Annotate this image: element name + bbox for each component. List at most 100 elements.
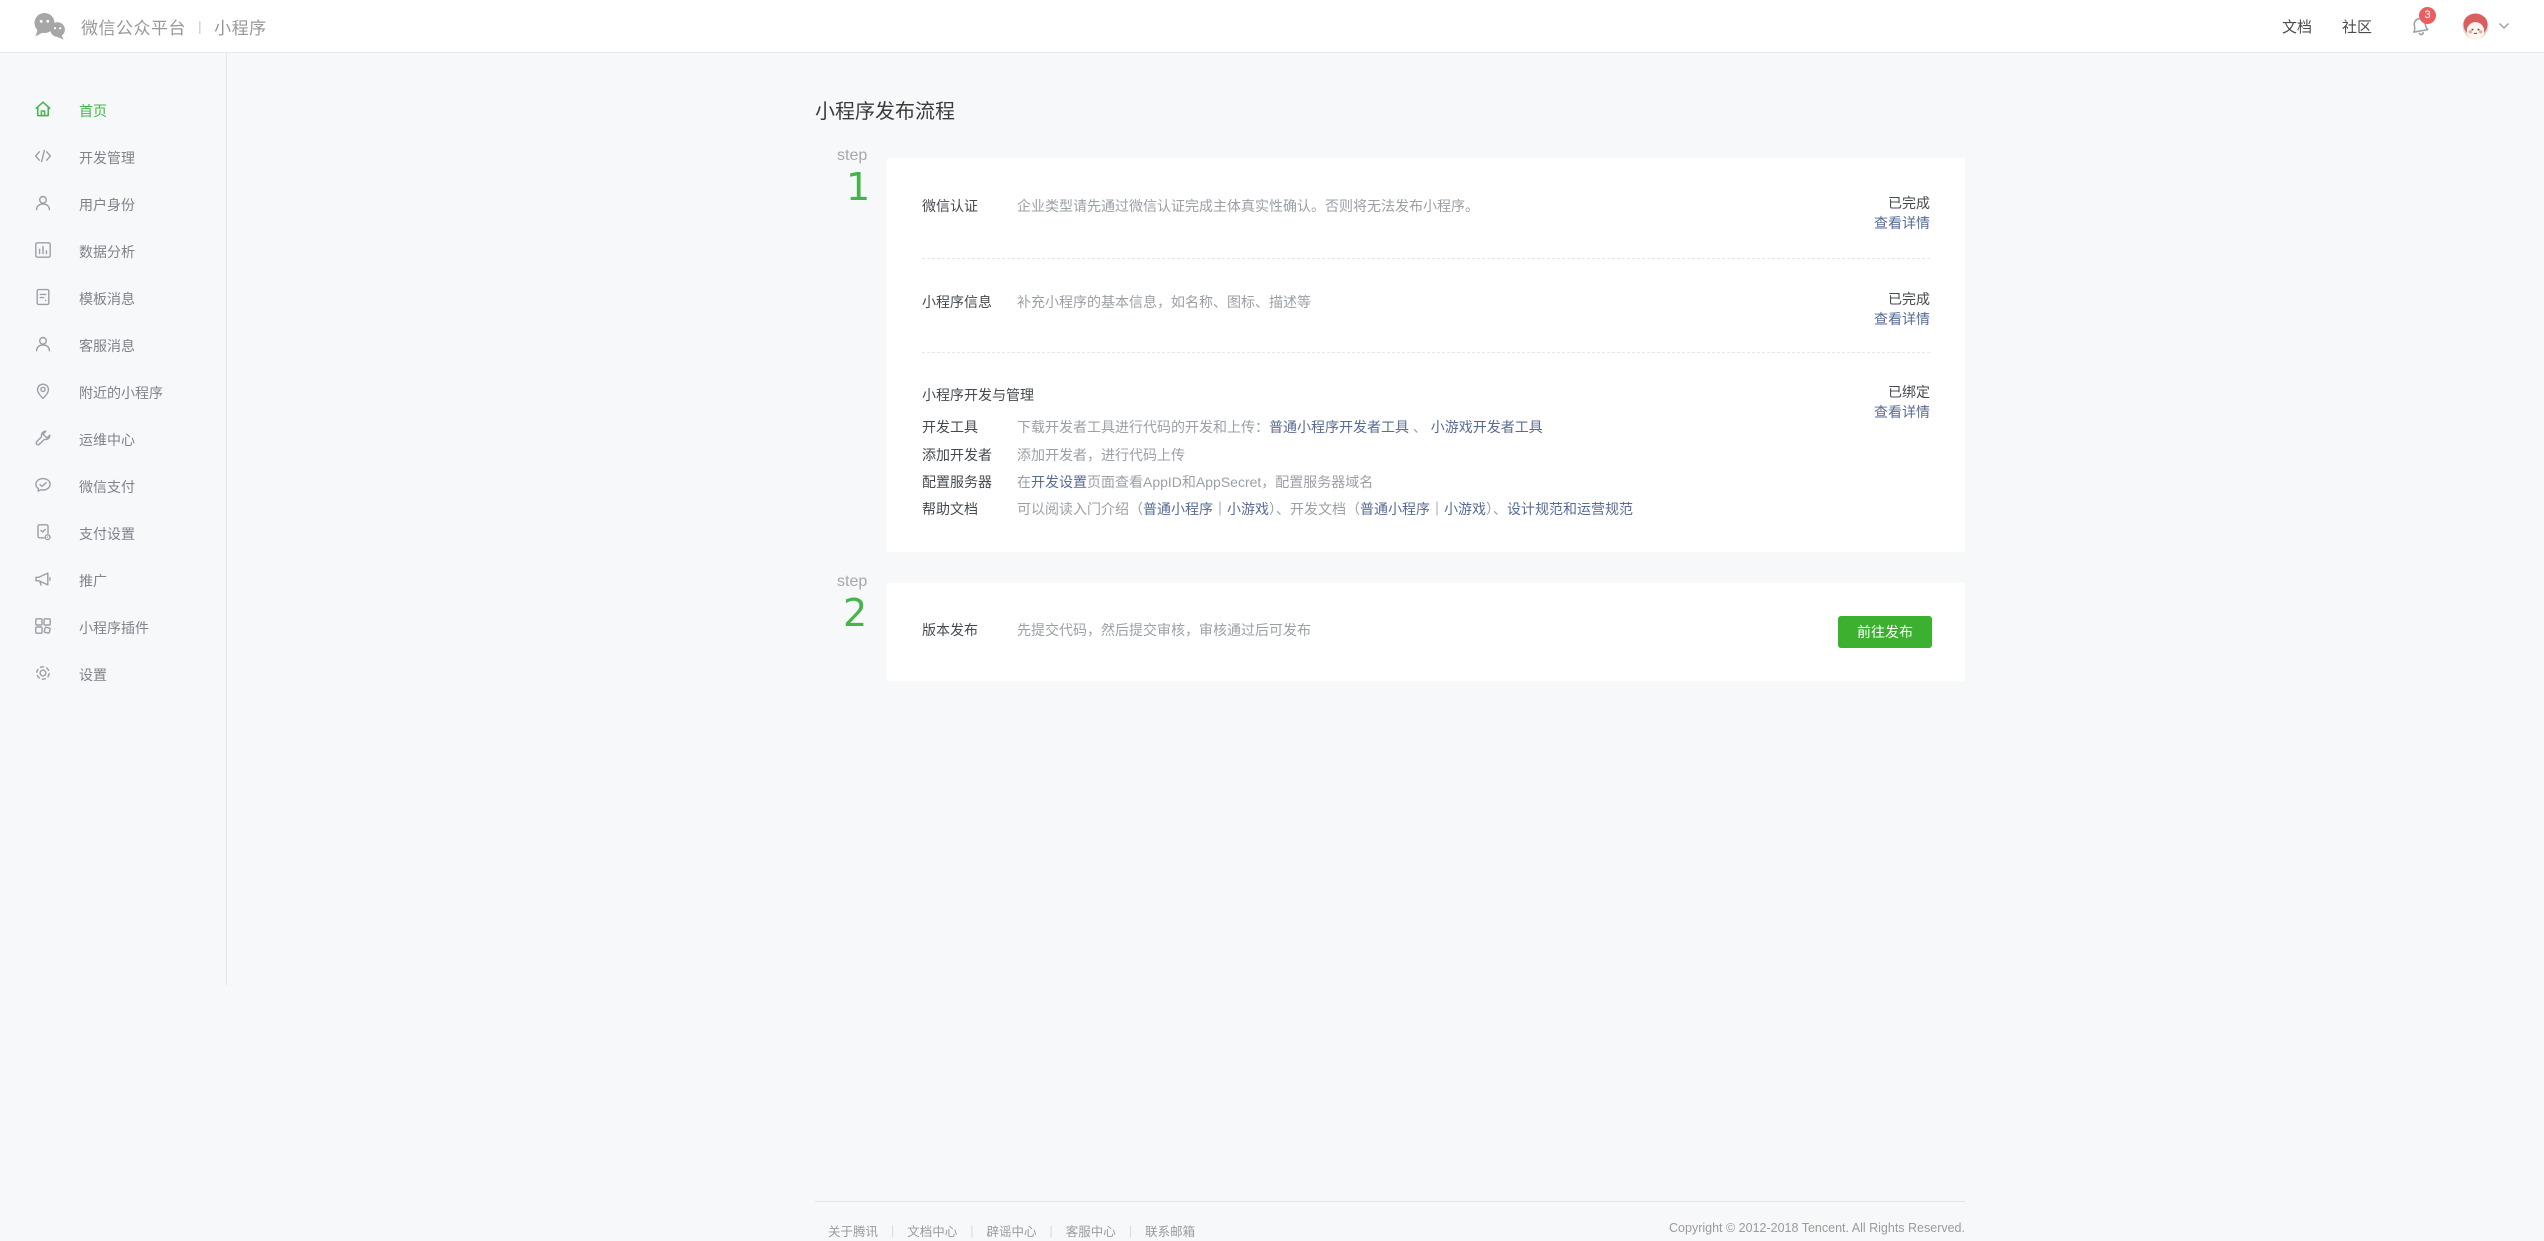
user-icon [33, 193, 53, 213]
subrow-desc: 可以阅读入门介绍（普通小程序｜小游戏）、开发文档（普通小程序｜小游戏）、设计规范… [1017, 499, 1633, 519]
inline-text: 下载开发者工具进行代码的开发和上传： [1017, 419, 1269, 435]
sidebar-item-label: 支付设置 [79, 524, 135, 544]
brand: 微信公众平台 | 小程序 [32, 0, 267, 52]
subrow-title-dev-tools: 开发工具 [922, 417, 978, 437]
chevron-down-icon[interactable] [2498, 22, 2510, 30]
wrench-icon [33, 428, 53, 448]
subrow-title-help-docs: 帮助文档 [922, 499, 978, 519]
wechat-logo-icon [32, 12, 66, 40]
sidebar-item-settings[interactable]: 设置 [0, 650, 226, 697]
inline-text: 、 [1409, 419, 1431, 435]
sidebar-item-label: 附近的小程序 [79, 383, 163, 403]
template-doc-icon [33, 287, 53, 307]
sidebar-item-data-analysis[interactable]: 数据分析 [0, 227, 226, 274]
brand-divider: | [198, 18, 202, 34]
inline-link[interactable]: 小游戏开发者工具 [1431, 419, 1543, 435]
inline-link: ｜ [1430, 501, 1444, 517]
view-details-link[interactable]: 查看详情 [1874, 402, 1930, 422]
sidebar-item-label: 小程序插件 [79, 618, 149, 638]
inline-text: 在 [1017, 474, 1031, 490]
inline-link[interactable]: 开发设置 [1031, 474, 1087, 490]
footer-link-doc-center[interactable]: 文档中心 [907, 1221, 957, 1240]
inline-link[interactable]: 设计规范和运营规范 [1507, 501, 1633, 517]
sidebar-item-user-identity[interactable]: 用户身份 [0, 180, 226, 227]
sidebar: 首页 开发管理 用户身份 数据分析 模板消 [0, 52, 227, 985]
footer-separator: | [1050, 1224, 1053, 1238]
subrow-desc: 在开发设置页面查看AppID和AppSecret，配置服务器域名 [1017, 472, 1373, 492]
home-icon [33, 99, 53, 119]
sidebar-item-home[interactable]: 首页 [0, 86, 226, 133]
row-divider [922, 258, 1930, 259]
nav-docs[interactable]: 文档 [2282, 16, 2312, 37]
sidebar-item-label: 客服消息 [79, 336, 135, 356]
top-header: 微信公众平台 | 小程序 文档 社区 3 [0, 0, 2544, 53]
inline-link[interactable]: 普通小程序 [1143, 501, 1213, 517]
subrow-title-add-developer: 添加开发者 [922, 445, 992, 465]
footer-separator: | [891, 1224, 894, 1238]
customer-service-icon [33, 334, 53, 354]
sidebar-item-label: 推广 [79, 571, 107, 591]
product-name: 小程序 [214, 14, 267, 39]
sidebar-item-dev-management[interactable]: 开发管理 [0, 133, 226, 180]
step1-label: step [837, 147, 867, 165]
inline-text: ）、开发文档（ [1269, 501, 1360, 517]
status-badge: 已绑定 [1888, 382, 1930, 402]
release-steps-card: 微信认证 企业类型请先通过微信认证完成主体真实性确认。否则将无法发布小程序。 已… [887, 158, 1965, 552]
sidebar-item-label: 开发管理 [79, 148, 135, 168]
sidebar-item-customer-service[interactable]: 客服消息 [0, 321, 226, 368]
subrow-desc: 添加开发者，进行代码上传 [1017, 445, 1185, 465]
avatar[interactable] [2462, 13, 2489, 40]
row-divider [922, 352, 1930, 353]
wechat-pay-bubble-icon [33, 475, 53, 495]
nav-community[interactable]: 社区 [2342, 16, 2372, 37]
sidebar-item-nearby-miniprograms[interactable]: 附近的小程序 [0, 368, 226, 415]
inline-text: 页面查看AppID和AppSecret，配置服务器域名 [1087, 474, 1373, 490]
sidebar-item-wechat-pay[interactable]: 微信支付 [0, 462, 226, 509]
sidebar-item-label: 设置 [79, 665, 107, 685]
gear-icon [33, 663, 53, 683]
notification-bell-icon[interactable]: 3 [2408, 14, 2432, 38]
step1-number: 1 [846, 168, 870, 206]
sidebar-item-pay-settings[interactable]: 支付设置 [0, 509, 226, 556]
bar-chart-icon [33, 240, 53, 260]
footer-divider [815, 1201, 1965, 1202]
footer-link-about-tencent[interactable]: 关于腾讯 [828, 1221, 878, 1240]
sidebar-item-template-messages[interactable]: 模板消息 [0, 274, 226, 321]
plugin-blocks-icon [33, 616, 53, 636]
header-right: 文档 社区 3 [2252, 0, 2510, 52]
brand-name: 微信公众平台 [81, 14, 186, 39]
view-details-link[interactable]: 查看详情 [1874, 309, 1930, 329]
footer-links: 关于腾讯 | 文档中心 | 辟谣中心 | 客服中心 | 联系邮箱 [828, 1221, 1195, 1240]
view-details-link[interactable]: 查看详情 [1874, 213, 1930, 233]
notification-badge: 3 [2419, 7, 2436, 24]
step2-label: step [837, 573, 867, 591]
inline-link[interactable]: 小游戏 [1227, 501, 1269, 517]
footer-link-service-center[interactable]: 客服中心 [1066, 1221, 1116, 1240]
version-release-card: 版本发布 先提交代码，然后提交审核，审核通过后可发布 前往发布 [887, 583, 1965, 681]
row-title-miniprogram-info: 小程序信息 [922, 292, 992, 312]
inline-link: ｜ [1213, 501, 1227, 517]
subrow-desc: 下载开发者工具进行代码的开发和上传：普通小程序开发者工具 、 小游戏开发者工具 [1017, 417, 1543, 437]
footer-link-rumor-center[interactable]: 辟谣中心 [987, 1221, 1037, 1240]
footer-separator: | [970, 1224, 973, 1238]
sidebar-item-miniprogram-plugins[interactable]: 小程序插件 [0, 603, 226, 650]
sidebar-item-label: 首页 [79, 101, 107, 121]
sidebar-item-ops-center[interactable]: 运维中心 [0, 415, 226, 462]
sidebar-item-label: 模板消息 [79, 289, 135, 309]
row-desc: 先提交代码，然后提交审核，审核通过后可发布 [1017, 620, 1311, 640]
sidebar-item-label: 数据分析 [79, 242, 135, 262]
row-title-version-release: 版本发布 [922, 620, 978, 640]
inline-link[interactable]: 普通小程序开发者工具 [1269, 419, 1409, 435]
page-title: 小程序发布流程 [815, 95, 955, 124]
go-publish-button[interactable]: 前往发布 [1838, 616, 1932, 648]
sidebar-item-label: 运维中心 [79, 430, 135, 450]
inline-link[interactable]: 普通小程序 [1360, 501, 1430, 517]
inline-link[interactable]: 小游戏 [1444, 501, 1486, 517]
inline-text: 可以阅读入门介绍（ [1017, 501, 1143, 517]
code-icon [33, 146, 53, 166]
row-title-wechat-verification: 微信认证 [922, 196, 978, 216]
footer-link-contact-email[interactable]: 联系邮箱 [1145, 1221, 1195, 1240]
sidebar-item-promotion[interactable]: 推广 [0, 556, 226, 603]
pay-settings-icon [33, 522, 53, 542]
subrow-title-configure-server: 配置服务器 [922, 472, 992, 492]
